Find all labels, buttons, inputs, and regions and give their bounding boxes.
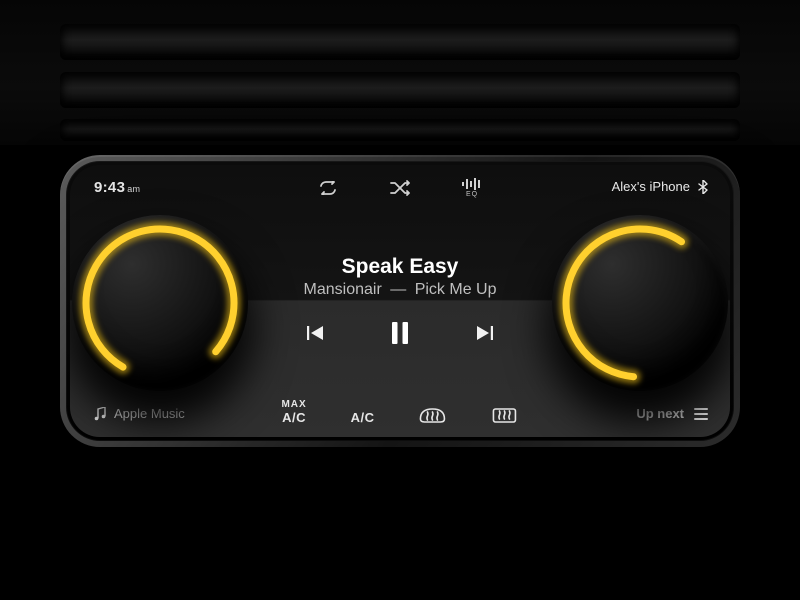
skip-back-icon — [307, 326, 325, 340]
audio-source[interactable]: Apple Music — [94, 406, 185, 421]
front-defrost-icon — [419, 405, 447, 425]
dial-ring-svg — [72, 215, 248, 391]
next-button[interactable] — [470, 319, 498, 347]
track-title: Speak Easy — [200, 255, 600, 279]
dash-vent-slat — [60, 72, 740, 108]
rear-defrost-button[interactable] — [491, 391, 519, 425]
track-meta: Mansionair — Pick Me Up — [200, 281, 600, 299]
shuffle-icon — [389, 180, 411, 196]
up-next-label: Up next — [636, 406, 684, 421]
dial-ring-glow — [72, 215, 248, 391]
max-ac-bottom-label: A/C — [282, 410, 306, 425]
device-name: Alex's iPhone — [612, 179, 690, 194]
clock: 9:43am — [94, 179, 140, 196]
skip-forward-icon — [475, 326, 493, 340]
previous-button[interactable] — [302, 319, 330, 347]
clock-time: 9:43 — [94, 179, 125, 196]
pause-icon — [391, 322, 409, 344]
track-album: Pick Me Up — [415, 281, 497, 298]
source-label: Apple Music — [114, 406, 185, 421]
left-dial[interactable] — [72, 215, 248, 391]
max-ac-top-label: MAX — [281, 400, 306, 410]
eq-button[interactable]: EQ — [459, 177, 485, 199]
equalizer-icon — [461, 178, 483, 190]
connected-device[interactable]: Alex's iPhone — [612, 179, 708, 194]
now-playing: Speak Easy Mansionair — Pick Me Up — [200, 255, 600, 299]
dial-ring — [72, 215, 248, 391]
dial-ring-svg — [552, 215, 728, 391]
bluetooth-icon — [698, 180, 708, 194]
right-dial[interactable] — [552, 215, 728, 391]
car-head-unit: 9:43am — [0, 0, 800, 600]
music-note-icon — [94, 407, 106, 421]
max-ac-button[interactable]: MAX A/C — [281, 391, 306, 425]
dash-vent-slat — [60, 24, 740, 60]
track-artist: Mansionair — [304, 281, 382, 298]
eq-label: EQ — [466, 191, 478, 198]
ac-button[interactable]: A/C — [351, 391, 375, 425]
repeat-icon — [317, 181, 339, 195]
dial-ring-glow — [560, 223, 720, 383]
dashboard-trim — [0, 0, 800, 145]
playback-mode-icons: EQ — [315, 177, 485, 199]
rear-defrost-icon — [491, 405, 519, 425]
track-separator: — — [390, 281, 406, 298]
climate-controls: MAX A/C A/C — [281, 391, 518, 425]
head-unit-inner-bezel: 9:43am — [66, 161, 734, 441]
dash-vent-slat — [60, 119, 740, 141]
head-unit-screen: 9:43am — [70, 165, 730, 437]
play-pause-button[interactable] — [386, 319, 414, 347]
repeat-button[interactable] — [315, 177, 341, 199]
front-defrost-button[interactable] — [419, 391, 447, 425]
shuffle-button[interactable] — [387, 177, 413, 199]
up-next-button[interactable]: Up next — [636, 406, 708, 421]
queue-icon — [694, 408, 708, 420]
dial-ring — [560, 223, 720, 383]
head-unit-bezel: 9:43am — [60, 155, 740, 447]
clock-ampm: am — [127, 184, 140, 194]
transport-controls — [302, 319, 498, 347]
ac-label: A/C — [351, 410, 375, 425]
